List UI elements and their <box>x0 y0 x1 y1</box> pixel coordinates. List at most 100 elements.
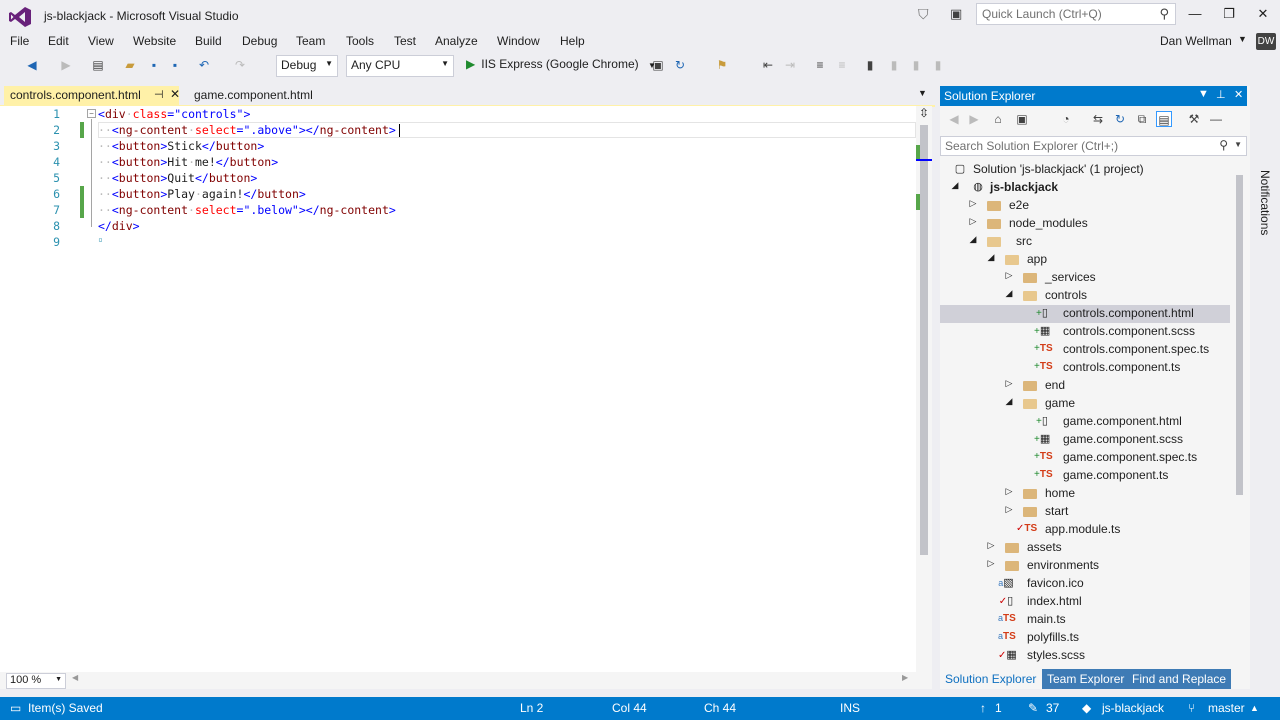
branch-name[interactable]: master <box>1208 701 1245 715</box>
menu-tools[interactable]: Tools <box>346 34 374 48</box>
changes-count[interactable]: 37 <box>1046 701 1059 715</box>
tree-item-folder[interactable]: ▷ node_modules <box>968 215 1218 233</box>
feedback-icon[interactable]: ▣ <box>950 6 966 22</box>
undo-icon[interactable]: ↶ <box>196 57 212 73</box>
chevron-down-icon[interactable]: ▼ <box>1234 140 1242 149</box>
branch-icon[interactable]: ⑂ <box>1188 701 1195 715</box>
pending-changes-filter-icon[interactable]: ◔ <box>1058 111 1074 127</box>
expanded-icon[interactable]: ◢ <box>968 234 978 245</box>
tree-item-file[interactable]: +▦ controls.component.scss <box>940 323 1230 341</box>
chevron-up-icon[interactable]: ▲ <box>1250 703 1259 713</box>
tree-item-folder[interactable]: ▷ e2e <box>968 197 1218 215</box>
menu-file[interactable]: File <box>10 34 29 48</box>
find-icon[interactable]: ⚑ <box>714 57 730 73</box>
tree-item-folder[interactable]: ◢ controls <box>1004 287 1214 305</box>
home-icon[interactable]: ⌂ <box>990 111 1006 127</box>
tree-item-folder[interactable]: ◢ game <box>1004 395 1214 413</box>
minimize-button[interactable]: — <box>1180 4 1210 24</box>
editor-scroll-thumb[interactable] <box>920 125 928 555</box>
platform-select[interactable]: Any CPU ▼ <box>346 55 454 77</box>
tree-item-file[interactable]: +TS controls.component.ts <box>940 359 1230 377</box>
switch-views-icon[interactable]: ▣ <box>1014 111 1030 127</box>
tree-item-file[interactable]: +▯ game.component.html <box>940 413 1230 431</box>
refresh-icon[interactable]: ↻ <box>1112 111 1128 127</box>
tree-item-file[interactable]: a▧ favicon.ico <box>940 575 1230 593</box>
menu-build[interactable]: Build <box>195 34 222 48</box>
tab-solution-explorer[interactable]: Solution Explorer <box>940 669 1042 689</box>
uncomment-icon[interactable]: ≡ <box>834 57 850 73</box>
collapsed-icon[interactable]: ▷ <box>1004 378 1014 389</box>
repo-name[interactable]: js-blackjack <box>1102 701 1164 715</box>
forward-icon[interactable]: ▶ <box>966 111 982 127</box>
tree-item-file[interactable]: +TS controls.component.spec.ts <box>940 341 1230 359</box>
bookmark-icon[interactable]: ▮ <box>862 57 878 73</box>
expanded-icon[interactable]: ◢ <box>986 252 996 263</box>
collapsed-icon[interactable]: ▷ <box>1004 486 1014 497</box>
maximize-button[interactable]: ❐ <box>1214 4 1244 24</box>
filter-icon[interactable]: ⛉ <box>918 6 934 22</box>
editor-horizontal-scrollbar[interactable] <box>72 674 912 686</box>
repo-icon[interactable]: ◆ <box>1082 701 1091 715</box>
pencil-icon[interactable]: ✎ <box>1028 701 1038 715</box>
expanded-icon[interactable]: ◢ <box>1004 288 1014 299</box>
tree-item-folder[interactable]: ▷ start <box>1004 503 1214 521</box>
show-all-files-icon[interactable]: ▤ <box>1156 111 1172 127</box>
refresh-icon[interactable]: ↻ <box>672 57 688 73</box>
tab-team-explorer[interactable]: Team Explorer <box>1042 669 1130 689</box>
save-all-icon[interactable]: ▪ <box>167 57 183 73</box>
open-folder-icon[interactable]: ▰ <box>122 57 138 73</box>
pin-icon[interactable]: ⊣ <box>154 88 164 101</box>
tree-item-file[interactable]: +TS game.component.spec.ts <box>940 449 1230 467</box>
navigate-forward-icon[interactable]: ▶ <box>58 57 74 73</box>
window-position-icon[interactable]: ▼ <box>1198 88 1209 100</box>
collapsed-icon[interactable]: ▷ <box>986 558 996 569</box>
navigate-back-icon[interactable]: ◀ <box>24 57 40 73</box>
split-editor-icon[interactable]: ⇳ <box>916 106 932 124</box>
tab-list-dropdown-icon[interactable]: ▼ <box>918 88 927 98</box>
scroll-left-icon[interactable]: ◀ <box>72 673 78 682</box>
menu-view[interactable]: View <box>88 34 114 48</box>
step-over-icon[interactable]: ⇥ <box>782 57 798 73</box>
back-icon[interactable]: ◀ <box>946 111 962 127</box>
prev-bookmark-icon[interactable]: ▮ <box>886 57 902 73</box>
tree-item-folder[interactable]: ▷ assets <box>986 539 1216 557</box>
tree-item-solution[interactable]: ▢ Solution 'js-blackjack' (1 project) <box>952 161 1222 179</box>
configuration-select[interactable]: Debug ▼ <box>276 55 338 77</box>
menu-debug[interactable]: Debug <box>242 34 277 48</box>
tree-item-project[interactable]: ◢ ◍ js-blackjack <box>952 179 1222 197</box>
menu-test[interactable]: Test <box>394 34 416 48</box>
close-window-button[interactable]: ✕ <box>1248 4 1278 24</box>
solution-explorer-scroll-thumb[interactable] <box>1236 175 1243 495</box>
clear-bookmarks-icon[interactable]: ▮ <box>930 57 946 73</box>
notifications-sidebar[interactable]: Notifications <box>1252 86 1280 689</box>
collapse-region-icon[interactable]: − <box>87 109 96 118</box>
tree-item-file[interactable]: ✓TS app.module.ts <box>940 521 1230 539</box>
menu-website[interactable]: Website <box>133 34 176 48</box>
collapsed-icon[interactable]: ▷ <box>1004 504 1014 515</box>
tree-item-file[interactable]: ✓▦ styles.scss <box>940 647 1230 665</box>
user-name[interactable]: Dan Wellman <box>1160 34 1232 48</box>
collapsed-icon[interactable]: ▷ <box>986 540 996 551</box>
comment-icon[interactable]: ≡ <box>812 57 828 73</box>
tab-game-component-html[interactable]: game.component.html <box>188 86 358 106</box>
tree-item-file[interactable]: aTS main.ts <box>940 611 1230 629</box>
tree-item-file[interactable]: ✓▯ index.html <box>940 593 1230 611</box>
tree-item-file[interactable]: +▦ game.component.scss <box>940 431 1230 449</box>
tree-item-file[interactable]: aTS polyfills.ts <box>940 629 1230 647</box>
menu-help[interactable]: Help <box>560 34 585 48</box>
collapsed-icon[interactable]: ▷ <box>968 216 978 227</box>
close-icon[interactable]: ✕ <box>170 87 180 101</box>
chevron-down-icon[interactable]: ▼ <box>1238 34 1247 44</box>
tree-item-file-selected[interactable]: +▯ controls.component.html <box>940 305 1230 323</box>
menu-team[interactable]: Team <box>296 34 325 48</box>
pin-icon[interactable]: ⊥ <box>1216 88 1226 101</box>
publish-icon[interactable]: ↑ <box>980 701 986 715</box>
sync-icon[interactable]: ⇆ <box>1090 111 1106 127</box>
tree-item-file[interactable]: +TS game.component.ts <box>940 467 1230 485</box>
run-button[interactable]: ▶ IIS Express (Google Chrome) ▼ <box>462 54 656 76</box>
expanded-icon[interactable]: ◢ <box>950 180 960 191</box>
tree-item-folder[interactable]: ▷ home <box>1004 485 1214 503</box>
collapsed-icon[interactable]: ▷ <box>1004 270 1014 281</box>
tab-controls-component-html[interactable]: controls.component.html ⊣ ✕ <box>4 86 180 106</box>
save-icon[interactable]: ▪ <box>146 57 162 73</box>
